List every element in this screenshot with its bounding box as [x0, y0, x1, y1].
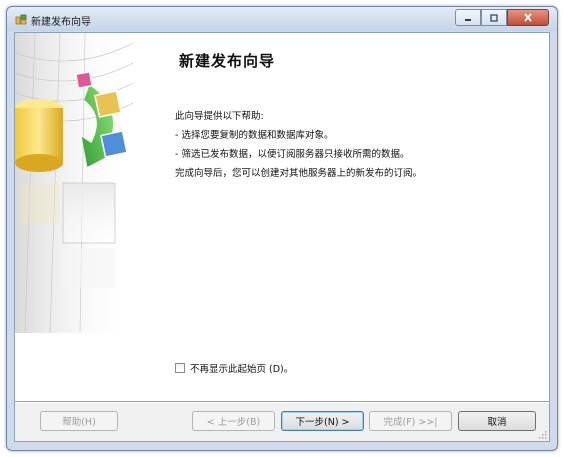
- help-button[interactable]: 帮助(H): [40, 411, 118, 431]
- next-button[interactable]: 下一步(N) >: [281, 411, 364, 431]
- wizard-window: 新建发布向导 新建发布向导 此向导提供以下帮助: - 选择您要复制的数据和数据库…: [6, 6, 558, 451]
- checkbox-label: 不再显示此起始页 (D)。: [190, 364, 294, 375]
- button-separator: [15, 401, 549, 403]
- page-title: 新建发布向导: [179, 52, 276, 70]
- wizard-app-icon: [15, 14, 27, 25]
- wizard-banner-illustration: [15, 33, 133, 333]
- minimize-button[interactable]: [455, 9, 481, 26]
- maximize-button[interactable]: [481, 9, 507, 26]
- wizard-client-area: 新建发布向导 此向导提供以下帮助: - 选择您要复制的数据和数据库对象。 - 筛…: [14, 32, 550, 442]
- title-bar: 新建发布向导: [7, 7, 557, 31]
- bullet-2: - 筛选已发布数据，以便订阅服务器只接收所需的数据。: [175, 149, 410, 160]
- intro-text: 此向导提供以下帮助:: [175, 111, 264, 122]
- wizard-content: 新建发布向导 此向导提供以下帮助: - 选择您要复制的数据和数据库对象。 - 筛…: [15, 33, 549, 401]
- window-title: 新建发布向导: [31, 17, 91, 28]
- close-icon: [524, 13, 532, 22]
- bullet-1: - 选择您要复制的数据和数据库对象。: [175, 130, 334, 141]
- summary-text: 完成向导后，您可以创建对其他服务器上的新发布的订阅。: [175, 168, 423, 179]
- window-controls: [455, 9, 549, 26]
- close-button[interactable]: [507, 9, 549, 26]
- resize-grip-icon[interactable]: [537, 429, 547, 439]
- cancel-button[interactable]: 取消: [458, 411, 536, 431]
- back-button[interactable]: < 上一步(B): [192, 411, 275, 431]
- skip-start-page-checkbox[interactable]: 不再显示此起始页 (D)。: [175, 361, 293, 375]
- checkbox-box[interactable]: [175, 363, 185, 373]
- maximize-icon: [490, 13, 498, 22]
- finish-button[interactable]: 完成(F) >>|: [369, 411, 452, 431]
- minimize-icon: [465, 18, 471, 21]
